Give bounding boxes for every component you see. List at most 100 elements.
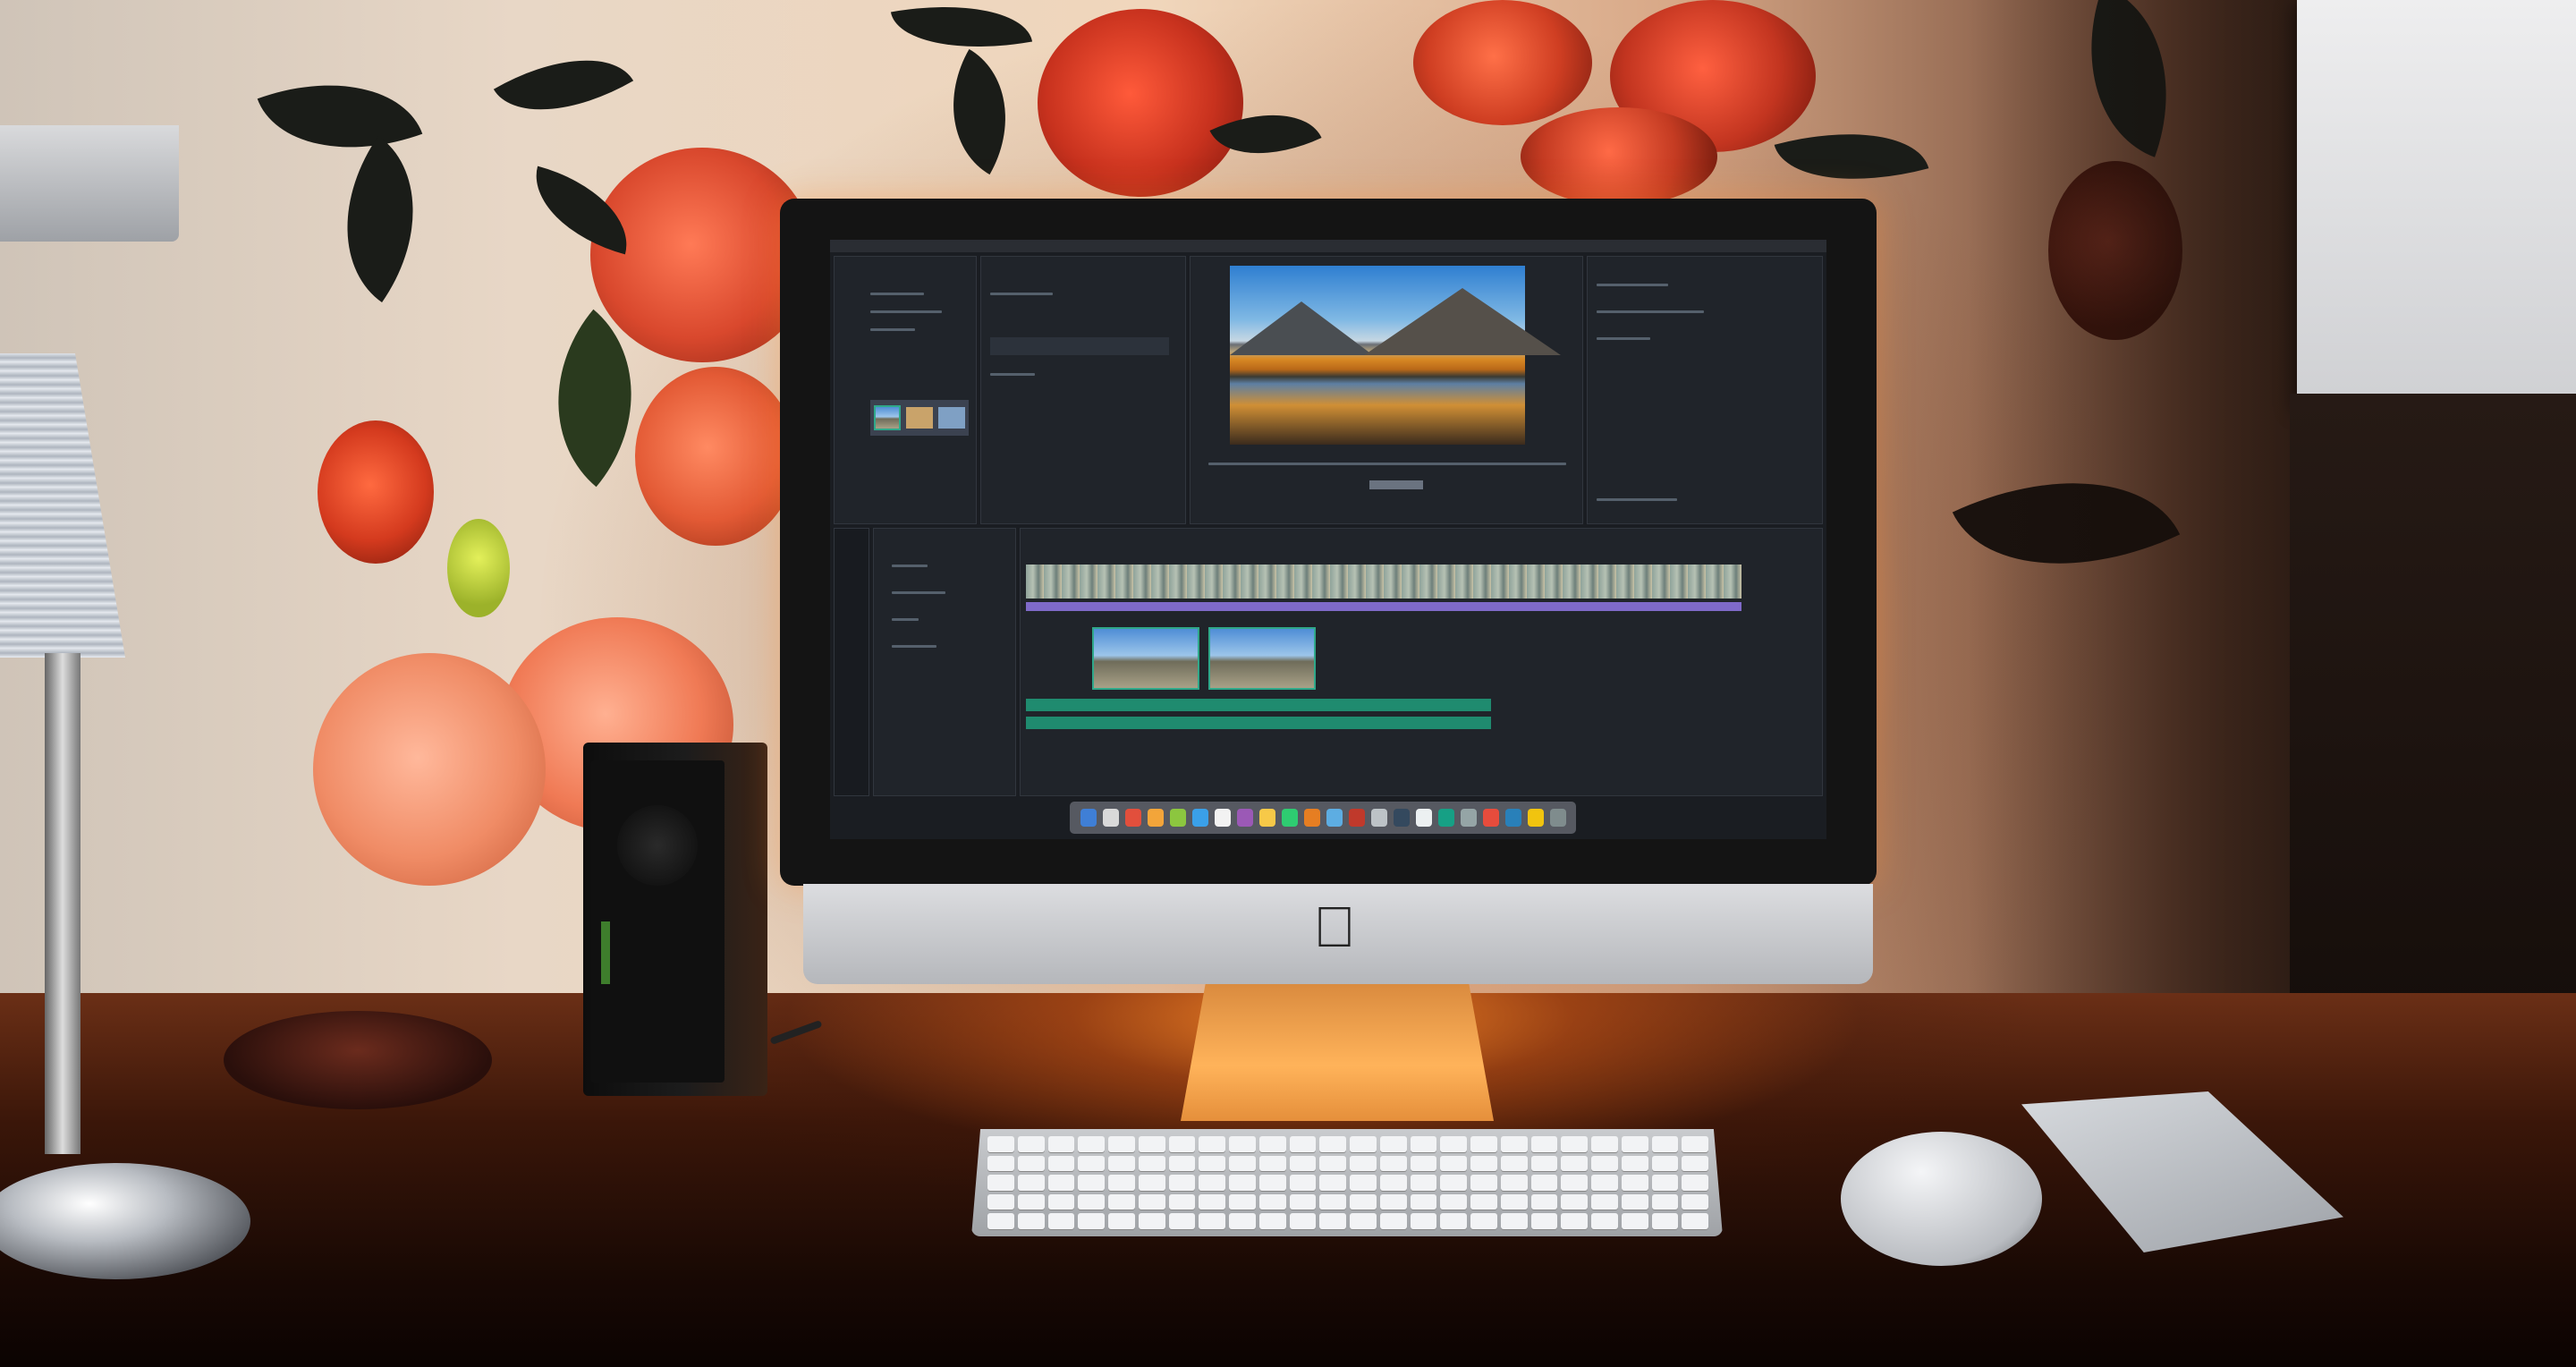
dock-app-icon[interactable]: [1415, 809, 1432, 827]
dock-app-icon[interactable]: [1080, 809, 1097, 827]
dock-app-icon[interactable]: [1326, 809, 1343, 827]
paper-sheet: [2297, 0, 2576, 407]
keyboard-key: [1350, 1213, 1377, 1229]
keyboard-key: [1168, 1155, 1196, 1172]
audio-track[interactable]: [1026, 699, 1491, 711]
mountain-shape: [1364, 288, 1561, 355]
selected-row[interactable]: [990, 337, 1169, 355]
effects-panel[interactable]: [980, 256, 1186, 524]
keyboard-key: [1168, 1136, 1196, 1152]
keyboard-key: [1470, 1155, 1497, 1172]
keyboard-key: [1108, 1136, 1135, 1152]
dock-app-icon[interactable]: [1169, 809, 1186, 827]
keyboard-key: [1078, 1155, 1105, 1172]
keyboard-key: [987, 1213, 1014, 1229]
keyboard-key: [1561, 1193, 1588, 1210]
keyboard-key: [987, 1155, 1014, 1172]
audio-track[interactable]: [1026, 717, 1491, 729]
keyboard-key: [1379, 1155, 1407, 1172]
rose-decoration: [313, 653, 546, 886]
keyboard-key: [1229, 1193, 1256, 1210]
dock-app-icon[interactable]: [1460, 809, 1477, 827]
keyboard-key: [1289, 1155, 1317, 1172]
keyboard-key: [1078, 1175, 1105, 1191]
rose-decoration: [1413, 0, 1592, 125]
keyboard-key: [1047, 1213, 1075, 1229]
playback-controls[interactable]: [1369, 480, 1423, 489]
keyboard-key: [1199, 1213, 1225, 1229]
keyboard-key: [1500, 1155, 1528, 1172]
keyboard-key: [1350, 1193, 1377, 1210]
keyboard-key: [1470, 1136, 1497, 1152]
panel-text-line: [990, 293, 1053, 295]
keyboard-key: [1289, 1136, 1317, 1152]
keyboard-key: [1258, 1213, 1286, 1229]
keyboard-keys: [987, 1136, 1708, 1229]
timeline-panel[interactable]: [1020, 528, 1823, 796]
dock-app-icon[interactable]: [1549, 809, 1566, 827]
adjustment-track[interactable]: [1026, 602, 1741, 611]
keyboard-key: [1651, 1193, 1679, 1210]
dock-app-icon[interactable]: [1370, 809, 1387, 827]
keyboard-key: [1621, 1175, 1648, 1191]
dock-app-icon[interactable]: [1527, 809, 1544, 827]
panel-text-line: [1597, 337, 1650, 340]
program-monitor[interactable]: [1190, 256, 1583, 524]
keyboard-key: [1440, 1193, 1467, 1210]
keyboard-key: [1470, 1213, 1497, 1229]
dock-app-icon[interactable]: [1482, 809, 1499, 827]
mouse: [1841, 1132, 2042, 1266]
properties-panel[interactable]: [1587, 256, 1823, 524]
scrubber-bar[interactable]: [1208, 463, 1566, 465]
thumbnail-image: [906, 407, 933, 429]
video-clip[interactable]: [1208, 627, 1316, 690]
keyboard-key: [1410, 1193, 1437, 1210]
lamp-pole: [45, 653, 80, 1154]
keyboard-key: [1078, 1213, 1105, 1229]
dock-app-icon[interactable]: [1102, 809, 1119, 827]
dock-app-icon[interactable]: [1214, 809, 1231, 827]
keyboard-key: [1047, 1136, 1075, 1152]
keyboard-key: [1289, 1193, 1317, 1210]
keyboard-key: [1500, 1136, 1528, 1152]
keyboard-key: [1138, 1136, 1165, 1152]
keyboard-key: [1138, 1193, 1165, 1210]
keyboard-key: [1651, 1213, 1679, 1229]
dock-app-icon[interactable]: [1281, 809, 1298, 827]
panel-text-line: [1597, 310, 1704, 313]
project-panel[interactable]: [834, 256, 977, 524]
dock-app-icon[interactable]: [1348, 809, 1365, 827]
panel-text-line: [870, 328, 915, 331]
dock-app-icon[interactable]: [1147, 809, 1164, 827]
tools-panel[interactable]: [834, 528, 869, 796]
media-thumbnail[interactable]: [870, 400, 969, 436]
video-clip[interactable]: [1092, 627, 1199, 690]
sequence-list[interactable]: [873, 528, 1016, 796]
keyboard-key: [1500, 1175, 1528, 1191]
dock-app-icon[interactable]: [1124, 809, 1141, 827]
keyboard-key: [1138, 1155, 1165, 1172]
keyboard-key: [1138, 1175, 1165, 1191]
keyboard-key: [1561, 1175, 1588, 1191]
keyboard-key: [1440, 1155, 1467, 1172]
video-preview: [1230, 266, 1561, 445]
dock-app-icon[interactable]: [1191, 809, 1208, 827]
speaker-cone: [617, 805, 698, 886]
apple-logo-icon: : [1313, 895, 1356, 959]
dock-app-icon[interactable]: [1258, 809, 1275, 827]
keyboard-key: [1017, 1175, 1045, 1191]
plate: [224, 1011, 492, 1109]
keyboard-key: [1319, 1175, 1346, 1191]
keyboard-key: [987, 1175, 1014, 1191]
keyboard-key: [1530, 1193, 1558, 1210]
keyboard-key: [1500, 1193, 1528, 1210]
keyboard-key: [1078, 1193, 1105, 1210]
keyboard-key: [1047, 1193, 1075, 1210]
dock-app-icon[interactable]: [1236, 809, 1253, 827]
dock-app-icon[interactable]: [1393, 809, 1410, 827]
dock-app-icon[interactable]: [1504, 809, 1521, 827]
dock-app-icon[interactable]: [1437, 809, 1454, 827]
keyboard-key: [1651, 1136, 1679, 1152]
dock-app-icon[interactable]: [1303, 809, 1320, 827]
video-clip-track[interactable]: [1026, 565, 1741, 599]
